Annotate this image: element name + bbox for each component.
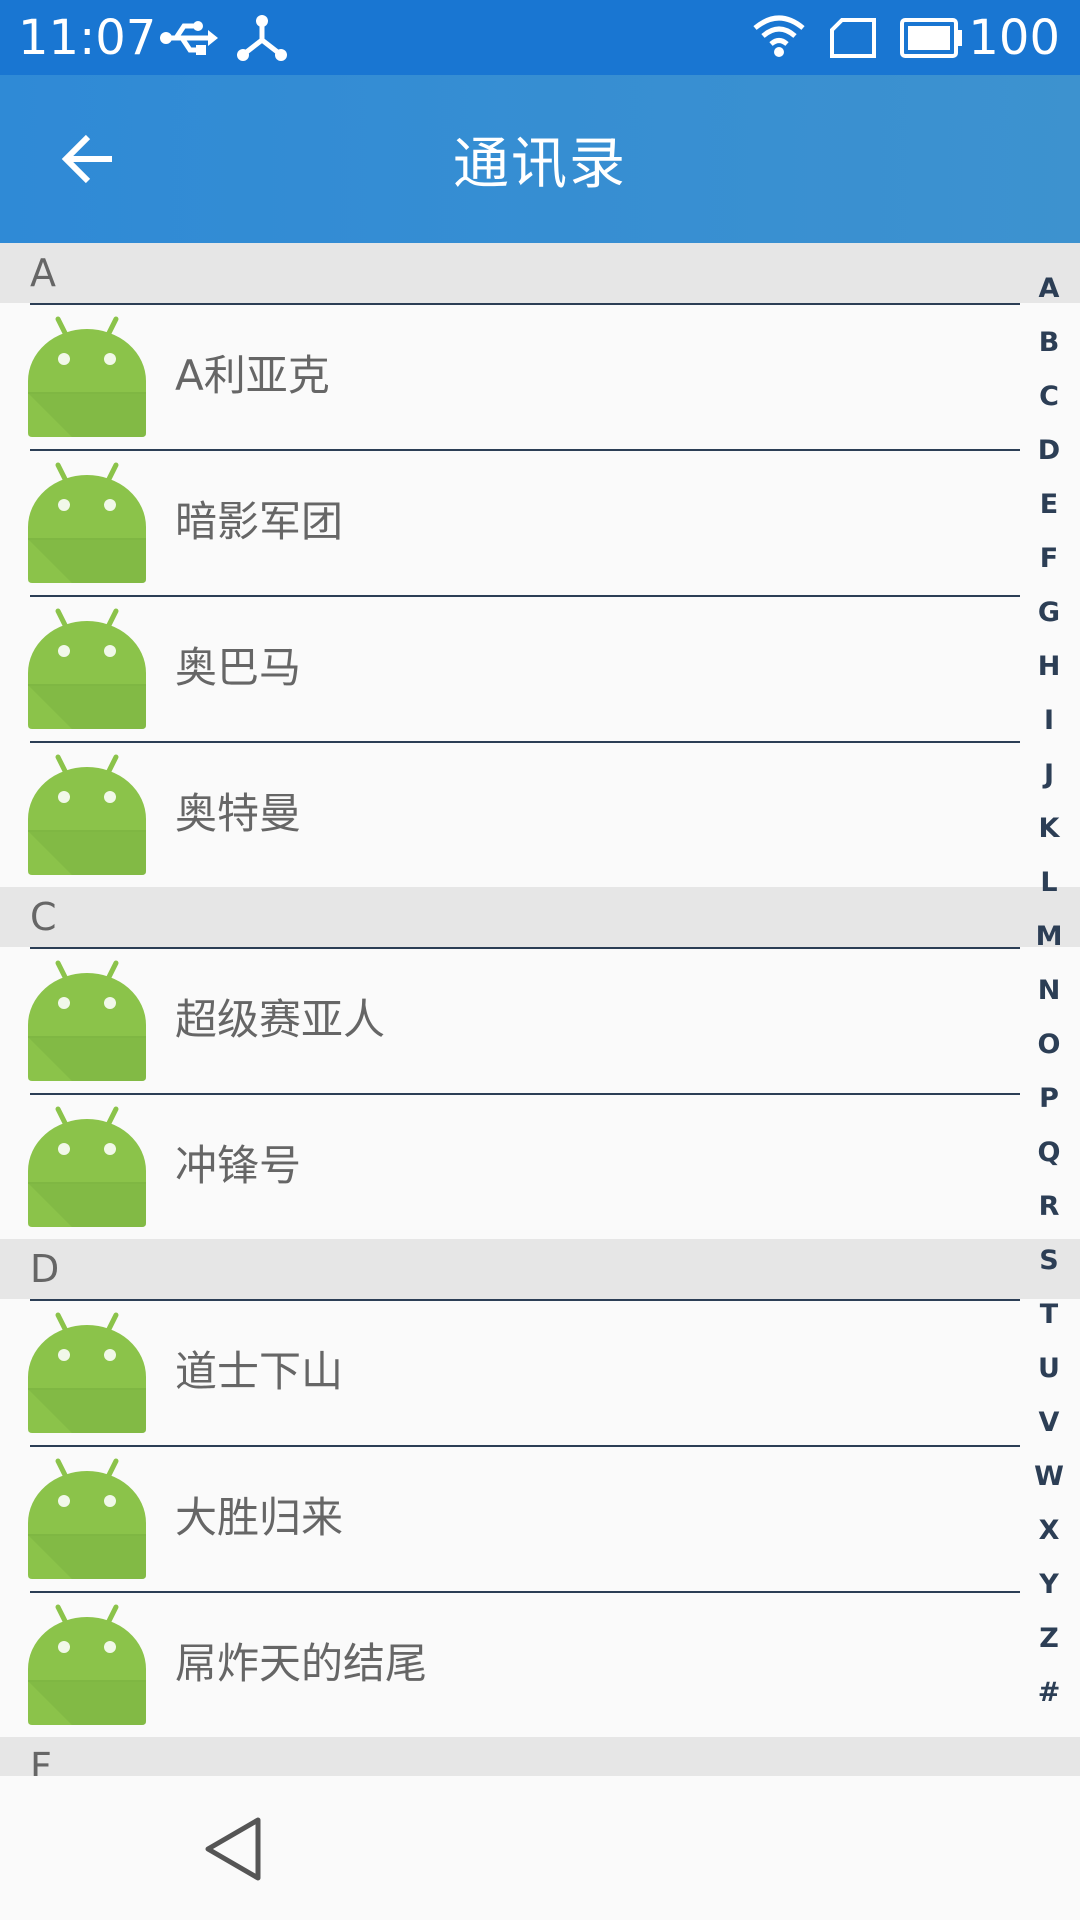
battery-icon [898, 14, 964, 66]
index-letter[interactable]: R [1018, 1180, 1080, 1234]
index-letter[interactable]: O [1018, 1018, 1080, 1072]
index-letter[interactable]: A [1018, 262, 1080, 316]
contact-name: 道士下山 [175, 1347, 344, 1396]
navigation-bar [0, 1776, 1080, 1920]
contact-name: 大胜归来 [175, 1493, 344, 1542]
contact-row[interactable]: A利亚克 [0, 303, 1080, 449]
index-letter[interactable]: X [1018, 1504, 1080, 1558]
android-avatar-icon [28, 1105, 146, 1229]
index-letter[interactable]: E [1018, 478, 1080, 532]
page-title: 通讯录 [453, 131, 627, 197]
arrow-left-icon [61, 134, 112, 184]
index-letter[interactable]: G [1018, 586, 1080, 640]
section-header: A [0, 243, 1080, 303]
index-letter[interactable]: Z [1018, 1612, 1080, 1666]
status-time: 11:07 [18, 10, 157, 66]
contact-name: 超级赛亚人 [175, 995, 386, 1044]
contact-row[interactable]: 暗影军团 [0, 449, 1080, 595]
index-letter[interactable]: D [1018, 424, 1080, 478]
index-letter[interactable]: W [1018, 1450, 1080, 1504]
index-letter[interactable]: U [1018, 1342, 1080, 1396]
sim-card-icon [828, 14, 880, 66]
index-letter[interactable]: P [1018, 1072, 1080, 1126]
share-network-icon [236, 14, 288, 66]
section-header: F [0, 1737, 1080, 1776]
android-avatar-icon [28, 607, 146, 731]
index-letter[interactable]: Y [1018, 1558, 1080, 1612]
triangle-back-icon [205, 1817, 261, 1881]
section-header: C [0, 887, 1080, 947]
status-bar: 11:07 100 [0, 0, 1080, 75]
android-avatar-icon [28, 461, 146, 585]
back-button[interactable] [48, 119, 128, 199]
index-letter[interactable]: S [1018, 1234, 1080, 1288]
index-letter[interactable]: M [1018, 910, 1080, 964]
index-letter[interactable]: I [1018, 694, 1080, 748]
index-letter[interactable]: N [1018, 964, 1080, 1018]
android-avatar-icon [28, 1311, 146, 1435]
android-avatar-icon [28, 959, 146, 1083]
contact-name: 奥特曼 [175, 789, 302, 838]
section-header: D [0, 1239, 1080, 1299]
android-avatar-icon [28, 315, 146, 439]
index-letter[interactable]: # [1018, 1666, 1080, 1720]
contact-row[interactable]: 超级赛亚人 [0, 947, 1080, 1093]
contact-list[interactable]: A A利亚克暗影军团奥巴马奥特曼 C 超级赛亚人冲锋号 D 道士下山大胜归来屌炸天的结尾 F [0, 243, 1080, 1776]
contact-name: 冲锋号 [175, 1141, 302, 1190]
nav-back-button[interactable] [200, 1814, 270, 1884]
contact-name: 屌炸天的结尾 [175, 1639, 428, 1688]
contact-row[interactable]: 道士下山 [0, 1299, 1080, 1445]
contact-name: 暗影军团 [175, 497, 344, 546]
contact-name: 奥巴马 [175, 643, 302, 692]
index-letter[interactable]: T [1018, 1288, 1080, 1342]
contact-row[interactable]: 奥特曼 [0, 741, 1080, 887]
android-avatar-icon [28, 1457, 146, 1581]
contact-row[interactable]: 屌炸天的结尾 [0, 1591, 1080, 1737]
contact-row[interactable]: 冲锋号 [0, 1093, 1080, 1239]
index-letter[interactable]: B [1018, 316, 1080, 370]
contact-row[interactable]: 大胜归来 [0, 1445, 1080, 1591]
wifi-icon [752, 14, 806, 66]
usb-icon [158, 14, 220, 66]
index-letter[interactable]: L [1018, 856, 1080, 910]
index-letter[interactable]: J [1018, 748, 1080, 802]
android-avatar-icon [28, 1603, 146, 1727]
app-bar: 通讯录 [0, 75, 1080, 243]
index-letter[interactable]: Q [1018, 1126, 1080, 1180]
contact-row[interactable]: 奥巴马 [0, 595, 1080, 741]
android-avatar-icon [28, 753, 146, 877]
index-letter[interactable]: C [1018, 370, 1080, 424]
index-letter[interactable]: K [1018, 802, 1080, 856]
index-letter[interactable]: H [1018, 640, 1080, 694]
index-letter[interactable]: F [1018, 532, 1080, 586]
index-letter[interactable]: V [1018, 1396, 1080, 1450]
alphabet-index[interactable]: A B C D E F G H I J K L M N O P Q R S T U V W X Y Z # [1018, 262, 1080, 1712]
battery-percent: 100 [968, 10, 1060, 66]
contact-name: A利亚克 [175, 351, 330, 400]
